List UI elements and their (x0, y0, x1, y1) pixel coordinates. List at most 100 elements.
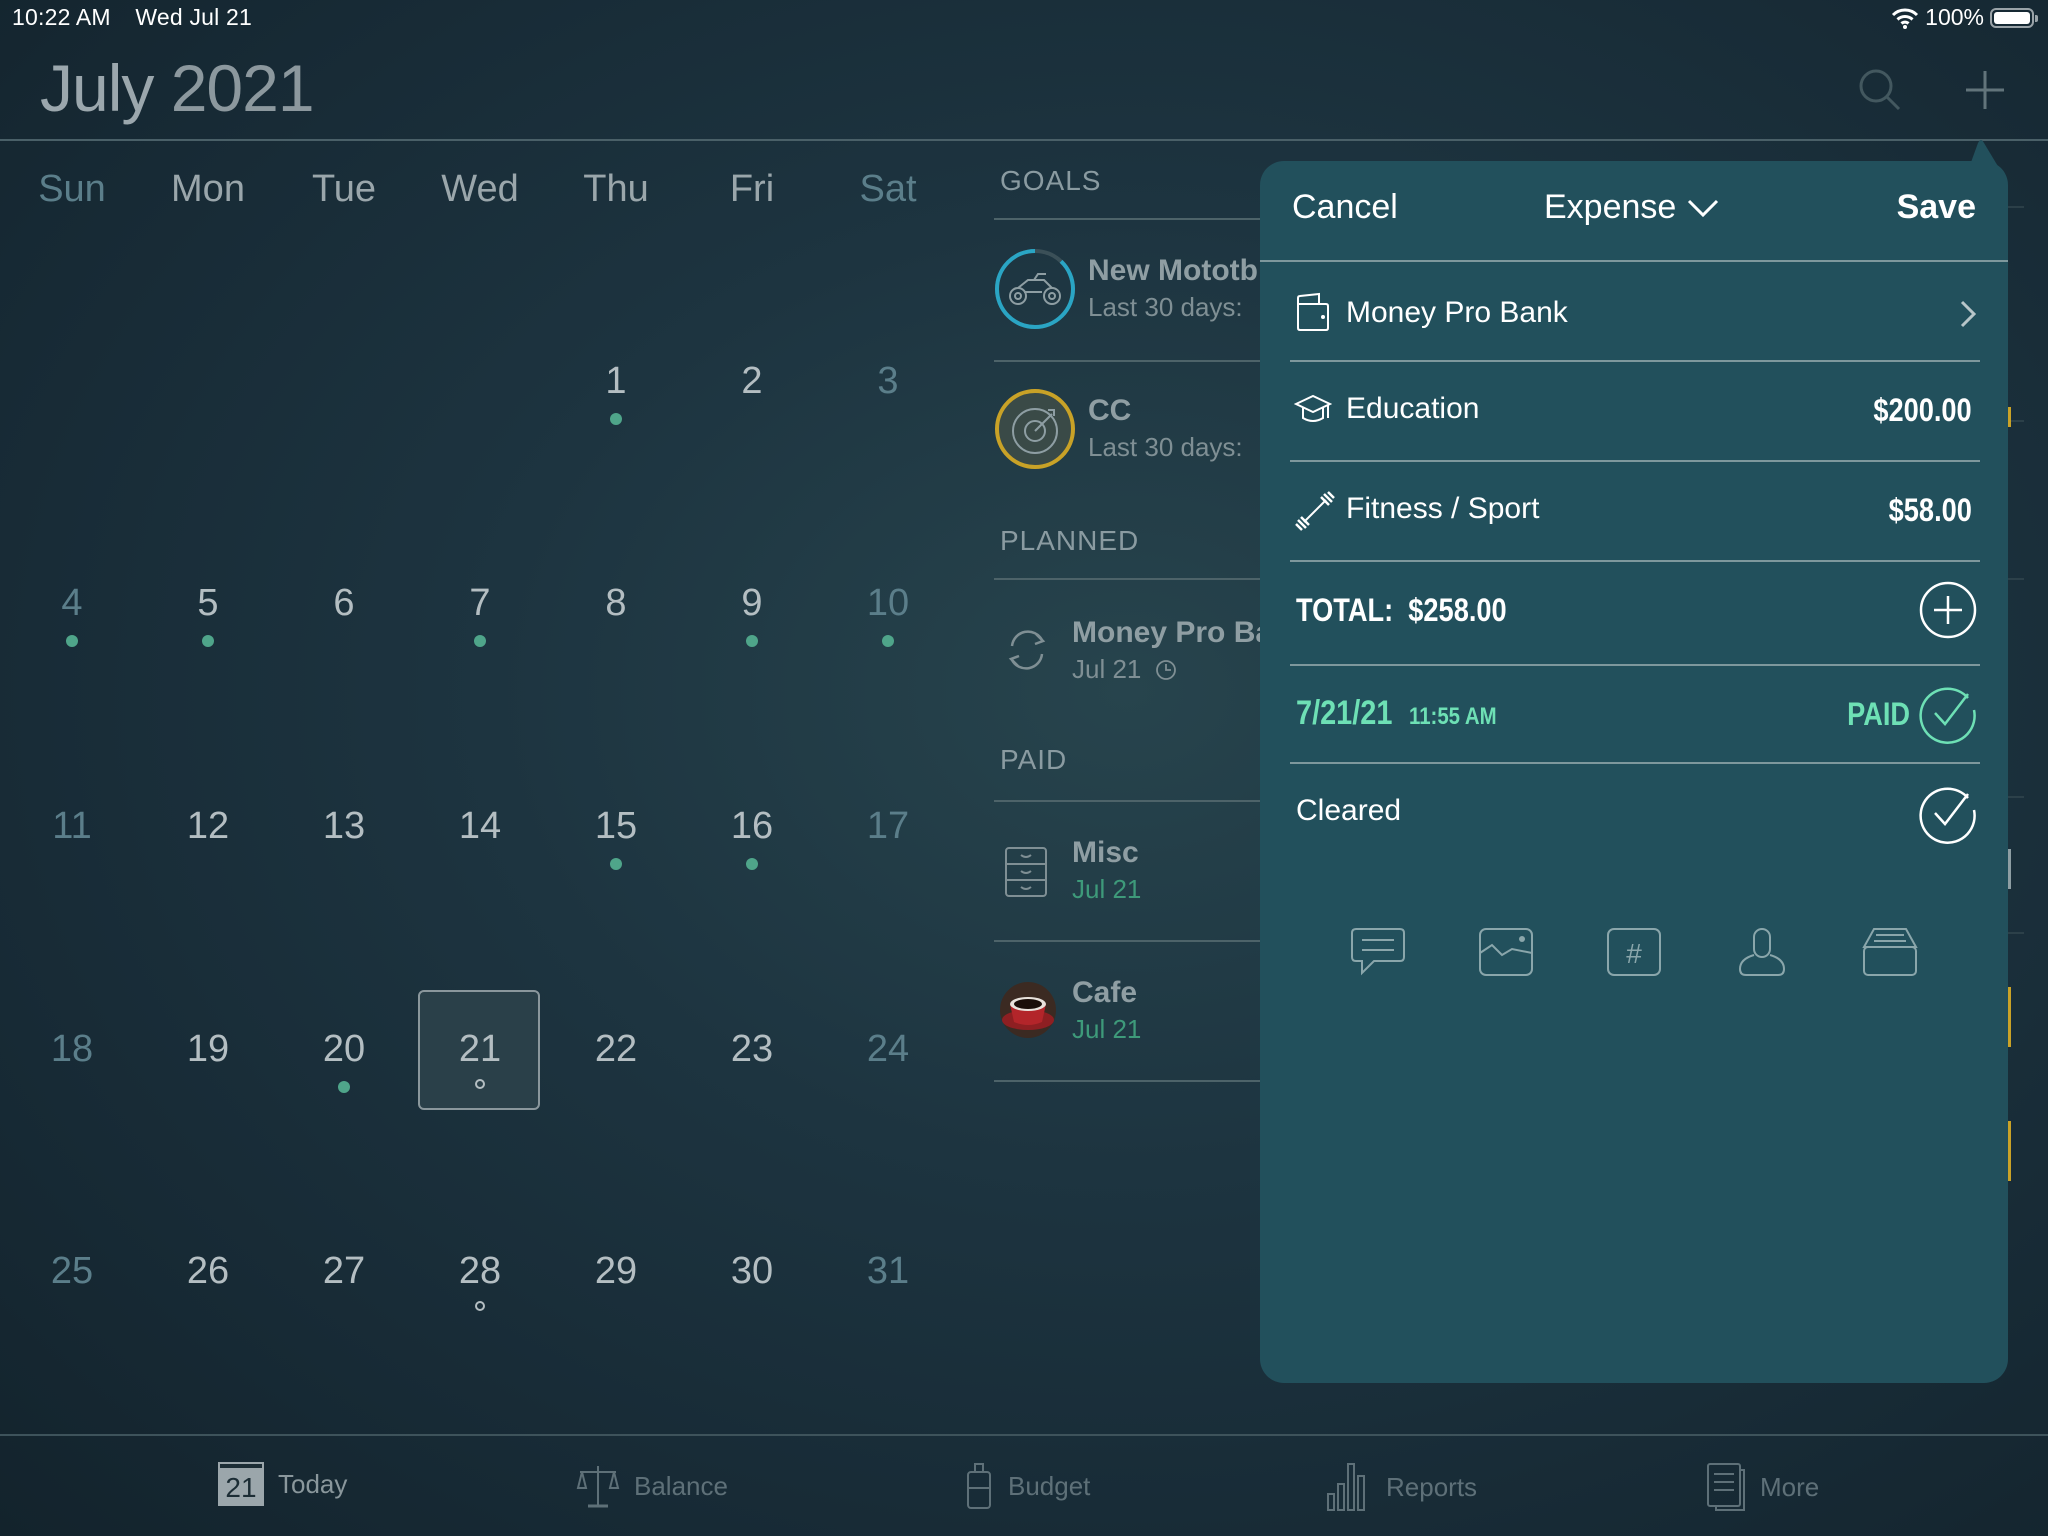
cancel-button[interactable]: Cancel (1292, 188, 1398, 227)
chevron-down-icon (1688, 199, 1719, 217)
transaction-type-selector[interactable]: Expense (1544, 188, 1720, 227)
calendar-day[interactable]: 6 (284, 582, 404, 625)
day-number: 10 (866, 582, 910, 624)
category-name: Education (1346, 392, 1480, 425)
search-icon[interactable] (1855, 65, 1905, 115)
hashtag-icon[interactable]: # (1606, 925, 1662, 981)
photo-icon[interactable] (1478, 925, 1534, 981)
total: TOTAL: $258.00 (1296, 592, 1507, 629)
calendar-day[interactable]: 19 (148, 1028, 268, 1071)
day-number: 27 (322, 1250, 366, 1292)
transaction-date: 7/21/21 (1296, 694, 1393, 732)
cleared-label: Cleared (1296, 794, 1402, 827)
calendar-day[interactable]: 24 (828, 1028, 948, 1071)
calendar-day[interactable]: 27 (284, 1250, 404, 1293)
transaction-datetime[interactable]: 7/21/21 11:55 AM (1296, 694, 1497, 733)
category-row-fitness[interactable]: Fitness / Sport $58.00 (1290, 462, 1980, 558)
tab-today[interactable]: 21 Today (218, 1462, 347, 1506)
calendar-day[interactable]: 16 (692, 805, 812, 870)
calendar-day[interactable]: 1 (556, 360, 676, 425)
calendar-day[interactable]: 30 (692, 1250, 812, 1293)
tab-budget[interactable]: Budget (964, 1462, 1090, 1510)
calendar-day[interactable]: 18 (12, 1028, 132, 1071)
divider (994, 360, 1264, 362)
background-list-peek (2008, 206, 2024, 1181)
cabinet-icon (1005, 847, 1047, 897)
tab-label: Reports (1386, 1471, 1478, 1502)
calendar-day[interactable]: 20 (284, 1028, 404, 1093)
status-date: Wed Jul 21 (135, 4, 253, 30)
day-number: 31 (866, 1250, 910, 1292)
save-button[interactable]: Save (1897, 188, 1976, 227)
day-number: 6 (333, 582, 355, 624)
day-number: 28 (458, 1250, 502, 1292)
paid-check-button[interactable] (1918, 684, 1978, 744)
date-row[interactable]: 7/21/21 11:55 AM PAID (1290, 666, 1980, 762)
calendar-day[interactable]: 8 (556, 582, 676, 625)
calendar-day[interactable]: 3 (828, 360, 948, 403)
calendar-day[interactable]: 15 (556, 805, 676, 870)
calendar-day[interactable]: 28 (420, 1250, 540, 1311)
calendar-day[interactable]: 29 (556, 1250, 676, 1293)
bar-chart-icon (1327, 1463, 1365, 1511)
archive-icon[interactable] (1862, 925, 1918, 981)
tab-label: More (1760, 1471, 1820, 1502)
divider (994, 940, 1264, 942)
calendar-day[interactable]: 14 (420, 805, 540, 848)
category-amount[interactable]: $58.00 (1889, 492, 1972, 529)
calendar-day[interactable]: 10 (828, 582, 948, 647)
day-number: 19 (186, 1028, 230, 1070)
day-number: 23 (730, 1028, 774, 1070)
add-category-button[interactable] (1918, 580, 1978, 640)
category-row-education[interactable]: Education $200.00 (1290, 362, 1980, 458)
graduation-cap-icon (1294, 394, 1332, 422)
total-label: TOTAL: (1296, 592, 1394, 628)
day-number: 22 (594, 1028, 638, 1070)
tab-balance[interactable]: Balance (576, 1462, 728, 1510)
calendar-day[interactable]: 22 (556, 1028, 676, 1071)
title-year: 2021 (170, 51, 315, 125)
comment-icon[interactable] (1350, 925, 1406, 981)
divider (994, 800, 1264, 802)
account-row[interactable]: Money Pro Bank (1290, 272, 1980, 358)
tab-reports[interactable]: Reports (1326, 1462, 1477, 1512)
calendar-day[interactable]: 17 (828, 805, 948, 848)
battery-percent: 100% (1925, 4, 1984, 30)
goal-subtitle: Last 30 days: (1088, 292, 1243, 322)
cleared-row[interactable]: Cleared (1290, 764, 1980, 860)
category-amount[interactable]: $200.00 (1874, 392, 1972, 429)
calendar-day[interactable]: 7 (420, 582, 540, 647)
status-time: 10:22 AM (12, 4, 111, 30)
weekday-label: Mon (171, 168, 245, 210)
day-number: 3 (877, 360, 899, 402)
chevron-right-icon (1960, 300, 1977, 328)
planned-date: Jul 21 (1072, 654, 1177, 685)
calendar-day[interactable]: 23 (692, 1028, 812, 1071)
goal-progress-ring (995, 389, 1075, 469)
payee-icon[interactable] (1734, 925, 1790, 981)
calendar-day[interactable]: 31 (828, 1250, 948, 1293)
motorcycle-icon (1009, 273, 1061, 305)
calendar-day[interactable]: 5 (148, 582, 268, 647)
tab-more[interactable]: More (1706, 1462, 1819, 1512)
day-number: 11 (52, 805, 92, 847)
cleared-check-button[interactable] (1918, 784, 1978, 844)
divider (994, 1080, 1264, 1082)
header-divider (0, 139, 2048, 141)
paid-date: Jul 21 (1072, 1014, 1142, 1044)
calendar-day[interactable]: 12 (148, 805, 268, 848)
calendar-day[interactable]: 25 (12, 1250, 132, 1293)
calendar-day[interactable]: 26 (148, 1250, 268, 1293)
calendar-day[interactable]: 2 (692, 360, 812, 403)
calendar-day[interactable]: 11 (12, 805, 132, 848)
plus-icon[interactable] (1960, 65, 2010, 115)
calendar-day[interactable]: 9 (692, 582, 812, 647)
calendar-day[interactable]: 4 (12, 582, 132, 647)
day-number: 1 (605, 360, 627, 402)
calendar-day[interactable]: 13 (284, 805, 404, 848)
paid-status-label: PAID (1847, 696, 1910, 732)
tab-label: Today (278, 1468, 348, 1499)
calendar-day[interactable]: 21 (420, 1028, 540, 1089)
coffee-cup-icon (1000, 982, 1056, 1038)
day-number: 17 (866, 805, 910, 847)
